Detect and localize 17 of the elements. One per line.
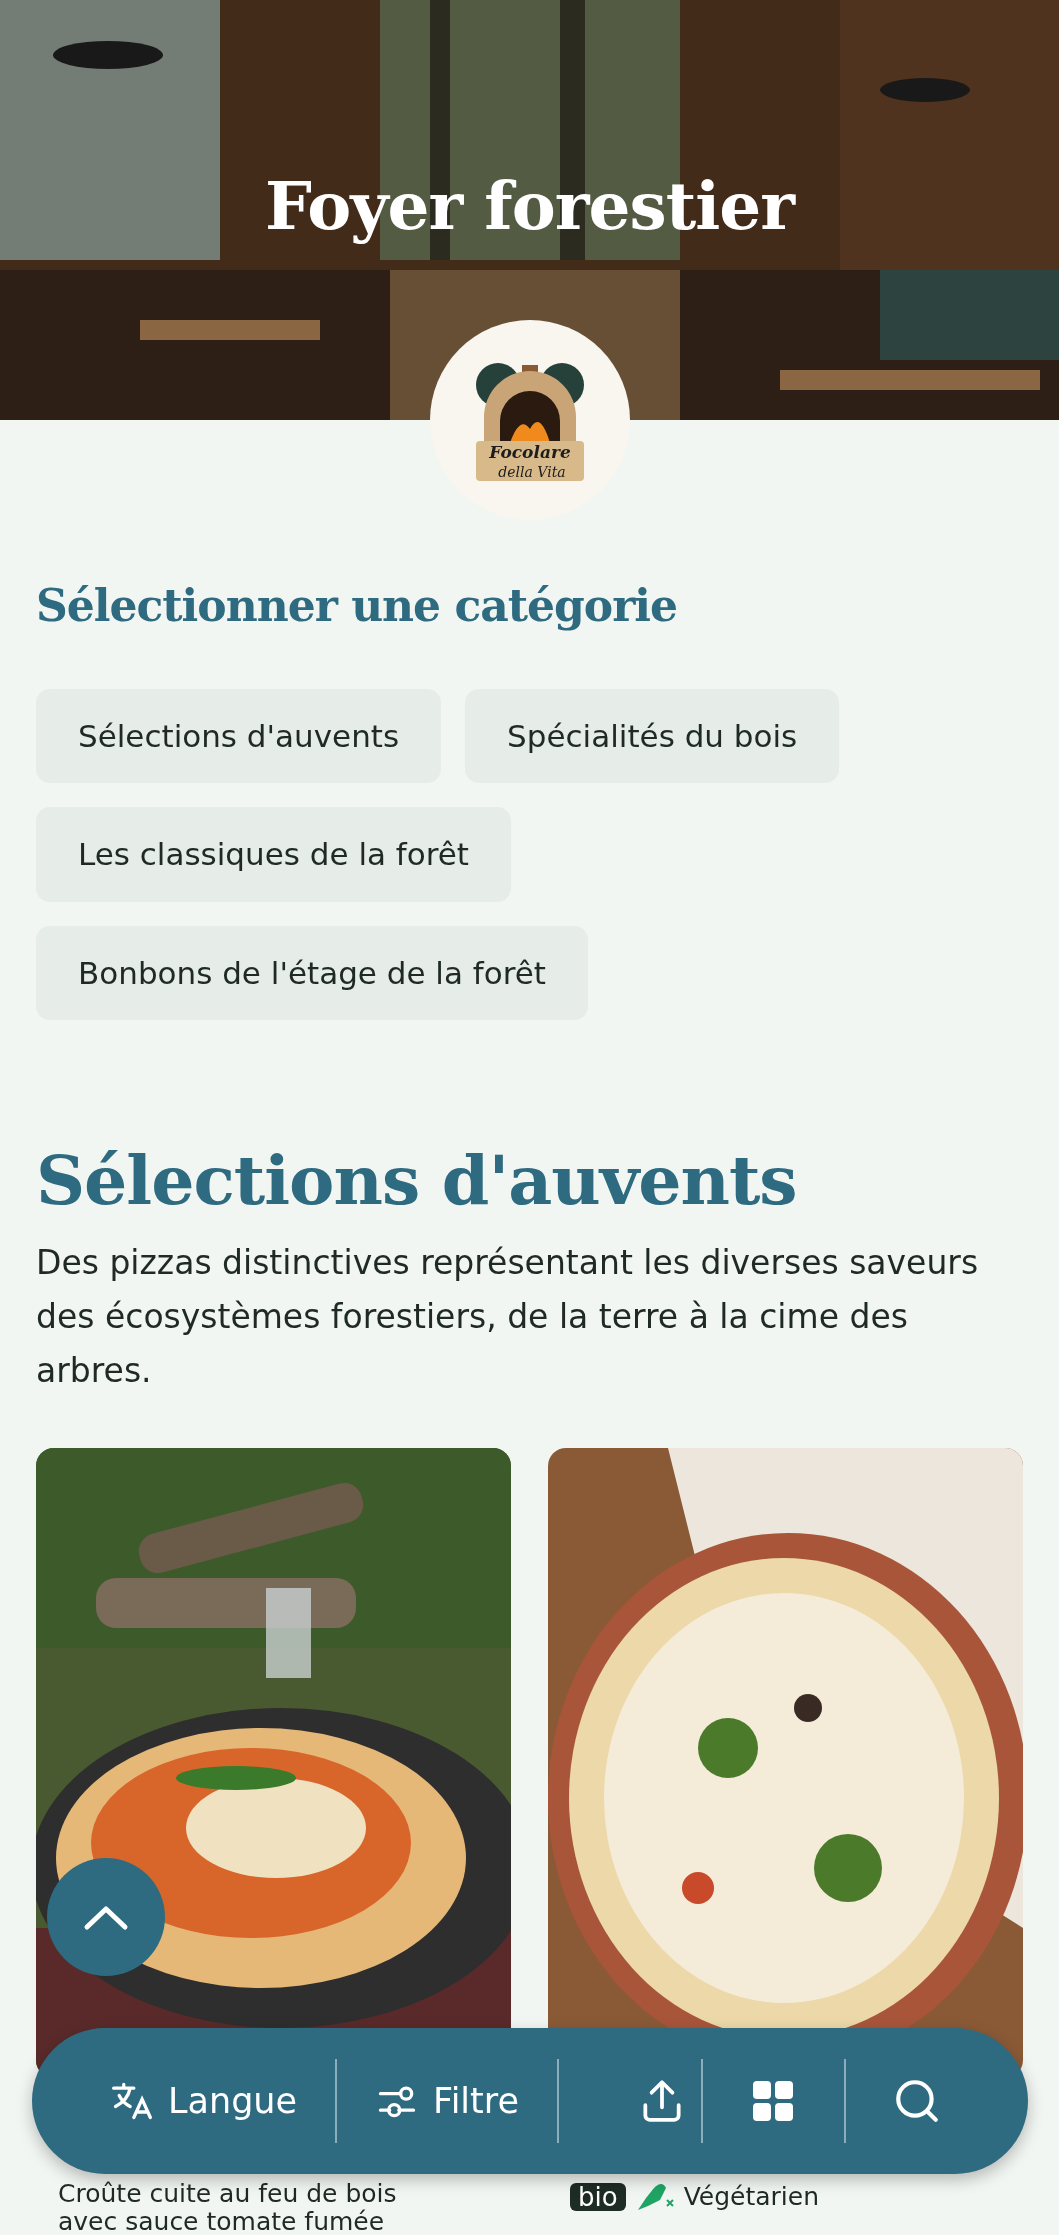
category-button[interactable]: Bonbons de l'étage de la forêt (36, 925, 588, 1021)
section-description: Des pizzas distinctives représentant les diverses saveurs des écosystèmes forestiers, de la terre à la cime des arbres. (36, 1241, 980, 1392)
restaurant-title: Foyer forestier (265, 166, 794, 247)
diet-label: Végétarien (683, 2182, 819, 2211)
logo-text: della Vita (497, 464, 566, 480)
dish-description: Croûte cuite au feu de bois avec sauce tomate fumée (58, 2179, 398, 2235)
chevron-up-icon (83, 1903, 129, 1931)
oven-logo-icon (475, 363, 584, 481)
filter-button[interactable]: Filtre (361, 2064, 533, 2138)
logo-text: Focolare (488, 442, 571, 462)
category-button[interactable]: Sélections d'auvents (36, 688, 442, 784)
language-button[interactable]: Langue (96, 2064, 312, 2138)
category-button[interactable]: Les classiques de la forêt (36, 807, 511, 902)
category-heading: Sélectionner une catégorie (36, 580, 679, 633)
category-button[interactable]: Spécialités du bois (465, 688, 840, 784)
organic-badge: bio (570, 2182, 626, 2211)
section-title: Sélections d'auvents (36, 1140, 798, 1222)
